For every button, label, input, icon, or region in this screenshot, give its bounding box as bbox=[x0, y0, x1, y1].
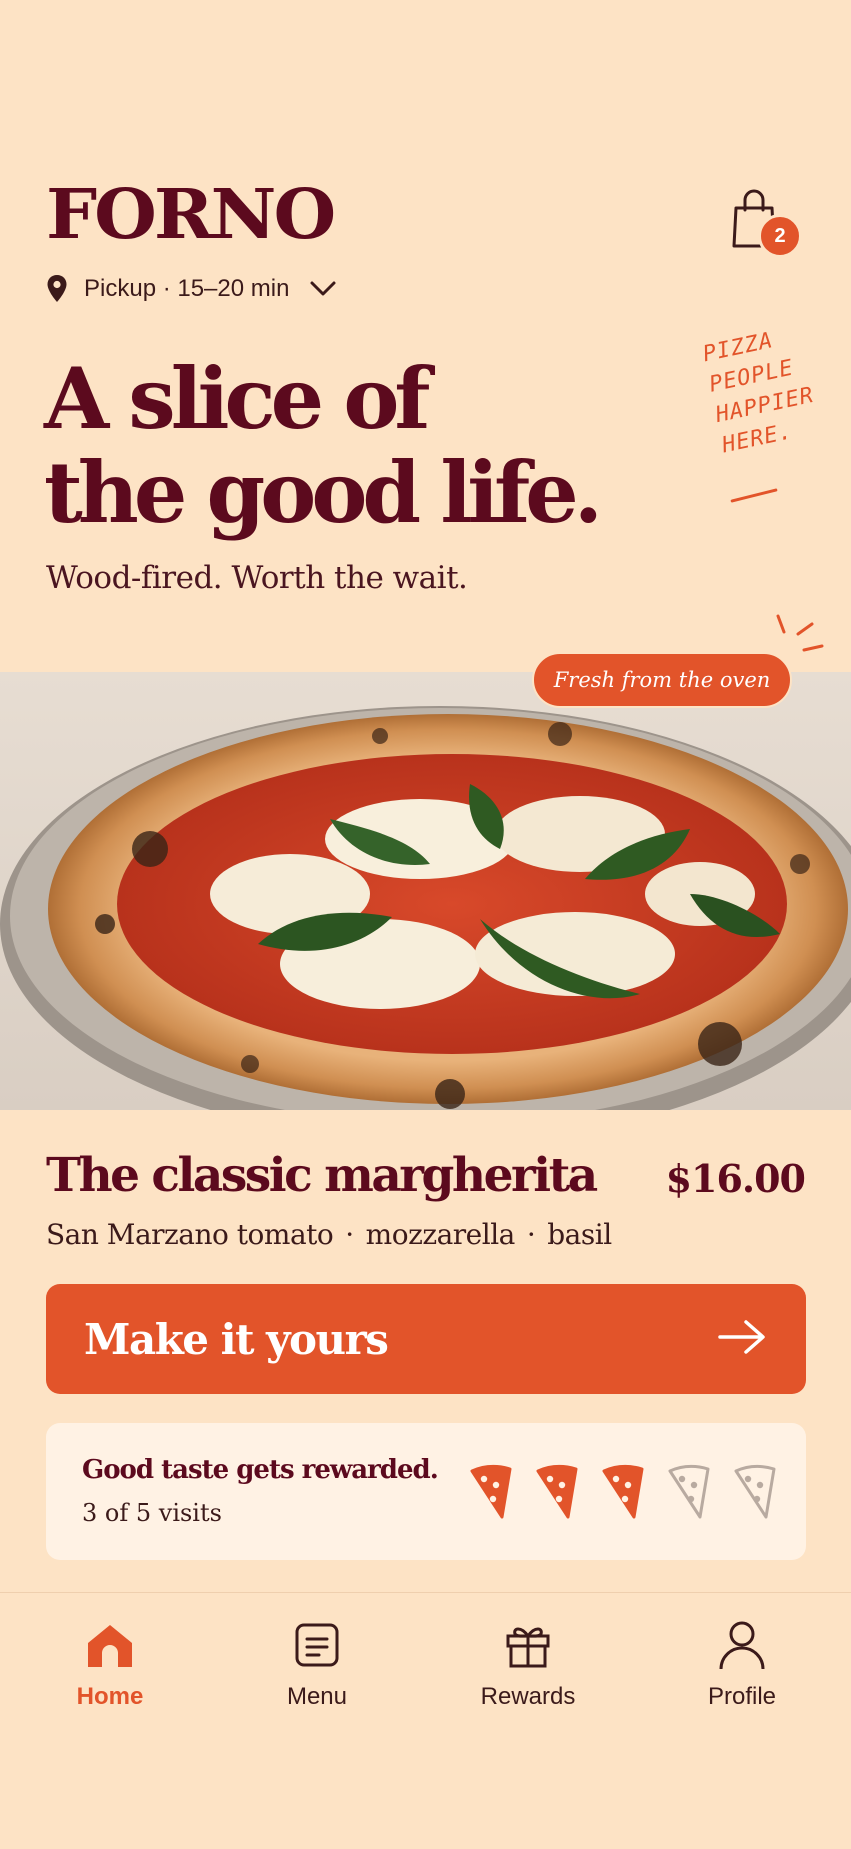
hero-subhead: Wood-fired. Worth the wait. bbox=[46, 560, 468, 596]
nav-menu[interactable]: Menu bbox=[247, 1615, 387, 1725]
pizza-illustration bbox=[0, 706, 851, 1110]
cart-count-badge: 2 bbox=[758, 214, 802, 258]
product-name: The classic margherita bbox=[46, 1148, 598, 1203]
pizza-slice-empty-icon bbox=[734, 1464, 776, 1519]
ingredient: mozzarella bbox=[365, 1218, 516, 1251]
nav-label: Home bbox=[76, 1683, 144, 1710]
cart-button[interactable]: 2 bbox=[728, 188, 808, 260]
rewards-title: Good taste gets rewarded. bbox=[82, 1455, 439, 1485]
pickup-selector[interactable]: Pickup · 15–20 min bbox=[46, 270, 337, 308]
nav-label: Rewards bbox=[480, 1683, 576, 1710]
hero-headline: A slice of the good life. bbox=[44, 352, 644, 540]
bottom-nav: Home Menu Rewards Profile bbox=[0, 1592, 851, 1849]
chevron-down-icon bbox=[309, 280, 337, 298]
fresh-badge: Fresh from the oven bbox=[532, 652, 792, 708]
pizza-slice-empty-icon bbox=[668, 1464, 710, 1519]
profile-icon bbox=[717, 1615, 767, 1675]
pizza-slice-filled-icon bbox=[536, 1464, 578, 1519]
ingredients-list: San Marzano tomato · mozzarella · basil bbox=[46, 1218, 612, 1251]
handwritten-note: PIZZA PEOPLE HAPPIER HERE. bbox=[700, 313, 851, 461]
rewards-progress-text: 3 of 5 visits bbox=[82, 1499, 222, 1527]
pickup-label: Pickup · 15–20 min bbox=[84, 275, 290, 302]
rewards-card[interactable]: Good taste gets rewarded. 3 of 5 visits bbox=[46, 1423, 806, 1560]
gift-icon bbox=[503, 1615, 553, 1675]
ingredient: basil bbox=[547, 1218, 612, 1251]
nav-rewards[interactable]: Rewards bbox=[458, 1615, 598, 1725]
nav-home[interactable]: Home bbox=[40, 1615, 180, 1725]
pizza-slice-filled-icon bbox=[602, 1464, 644, 1519]
pizza-hero-image bbox=[0, 672, 851, 1110]
pizza-slice-filled-icon bbox=[470, 1464, 512, 1519]
cta-label: Make it yours bbox=[84, 1314, 389, 1364]
brand-logo: FORNO bbox=[46, 173, 336, 255]
rewards-progress-slices bbox=[466, 1461, 780, 1523]
ingredient: San Marzano tomato bbox=[46, 1218, 334, 1251]
make-it-yours-button[interactable]: Make it yours bbox=[46, 1284, 806, 1394]
nav-profile[interactable]: Profile bbox=[672, 1615, 812, 1725]
separator: · bbox=[345, 1218, 354, 1251]
nav-label: Profile bbox=[707, 1683, 777, 1710]
headline-line-2: the good life. bbox=[44, 443, 603, 542]
nav-label: Menu bbox=[286, 1683, 348, 1710]
home-icon bbox=[84, 1615, 136, 1675]
arrow-right-icon bbox=[716, 1317, 768, 1362]
product-price: $16.00 bbox=[665, 1156, 806, 1201]
headline-line-1: A slice of bbox=[44, 349, 431, 448]
separator: · bbox=[526, 1218, 536, 1251]
note-underline bbox=[730, 488, 778, 503]
menu-icon bbox=[293, 1615, 341, 1675]
location-pin-icon bbox=[46, 274, 68, 304]
